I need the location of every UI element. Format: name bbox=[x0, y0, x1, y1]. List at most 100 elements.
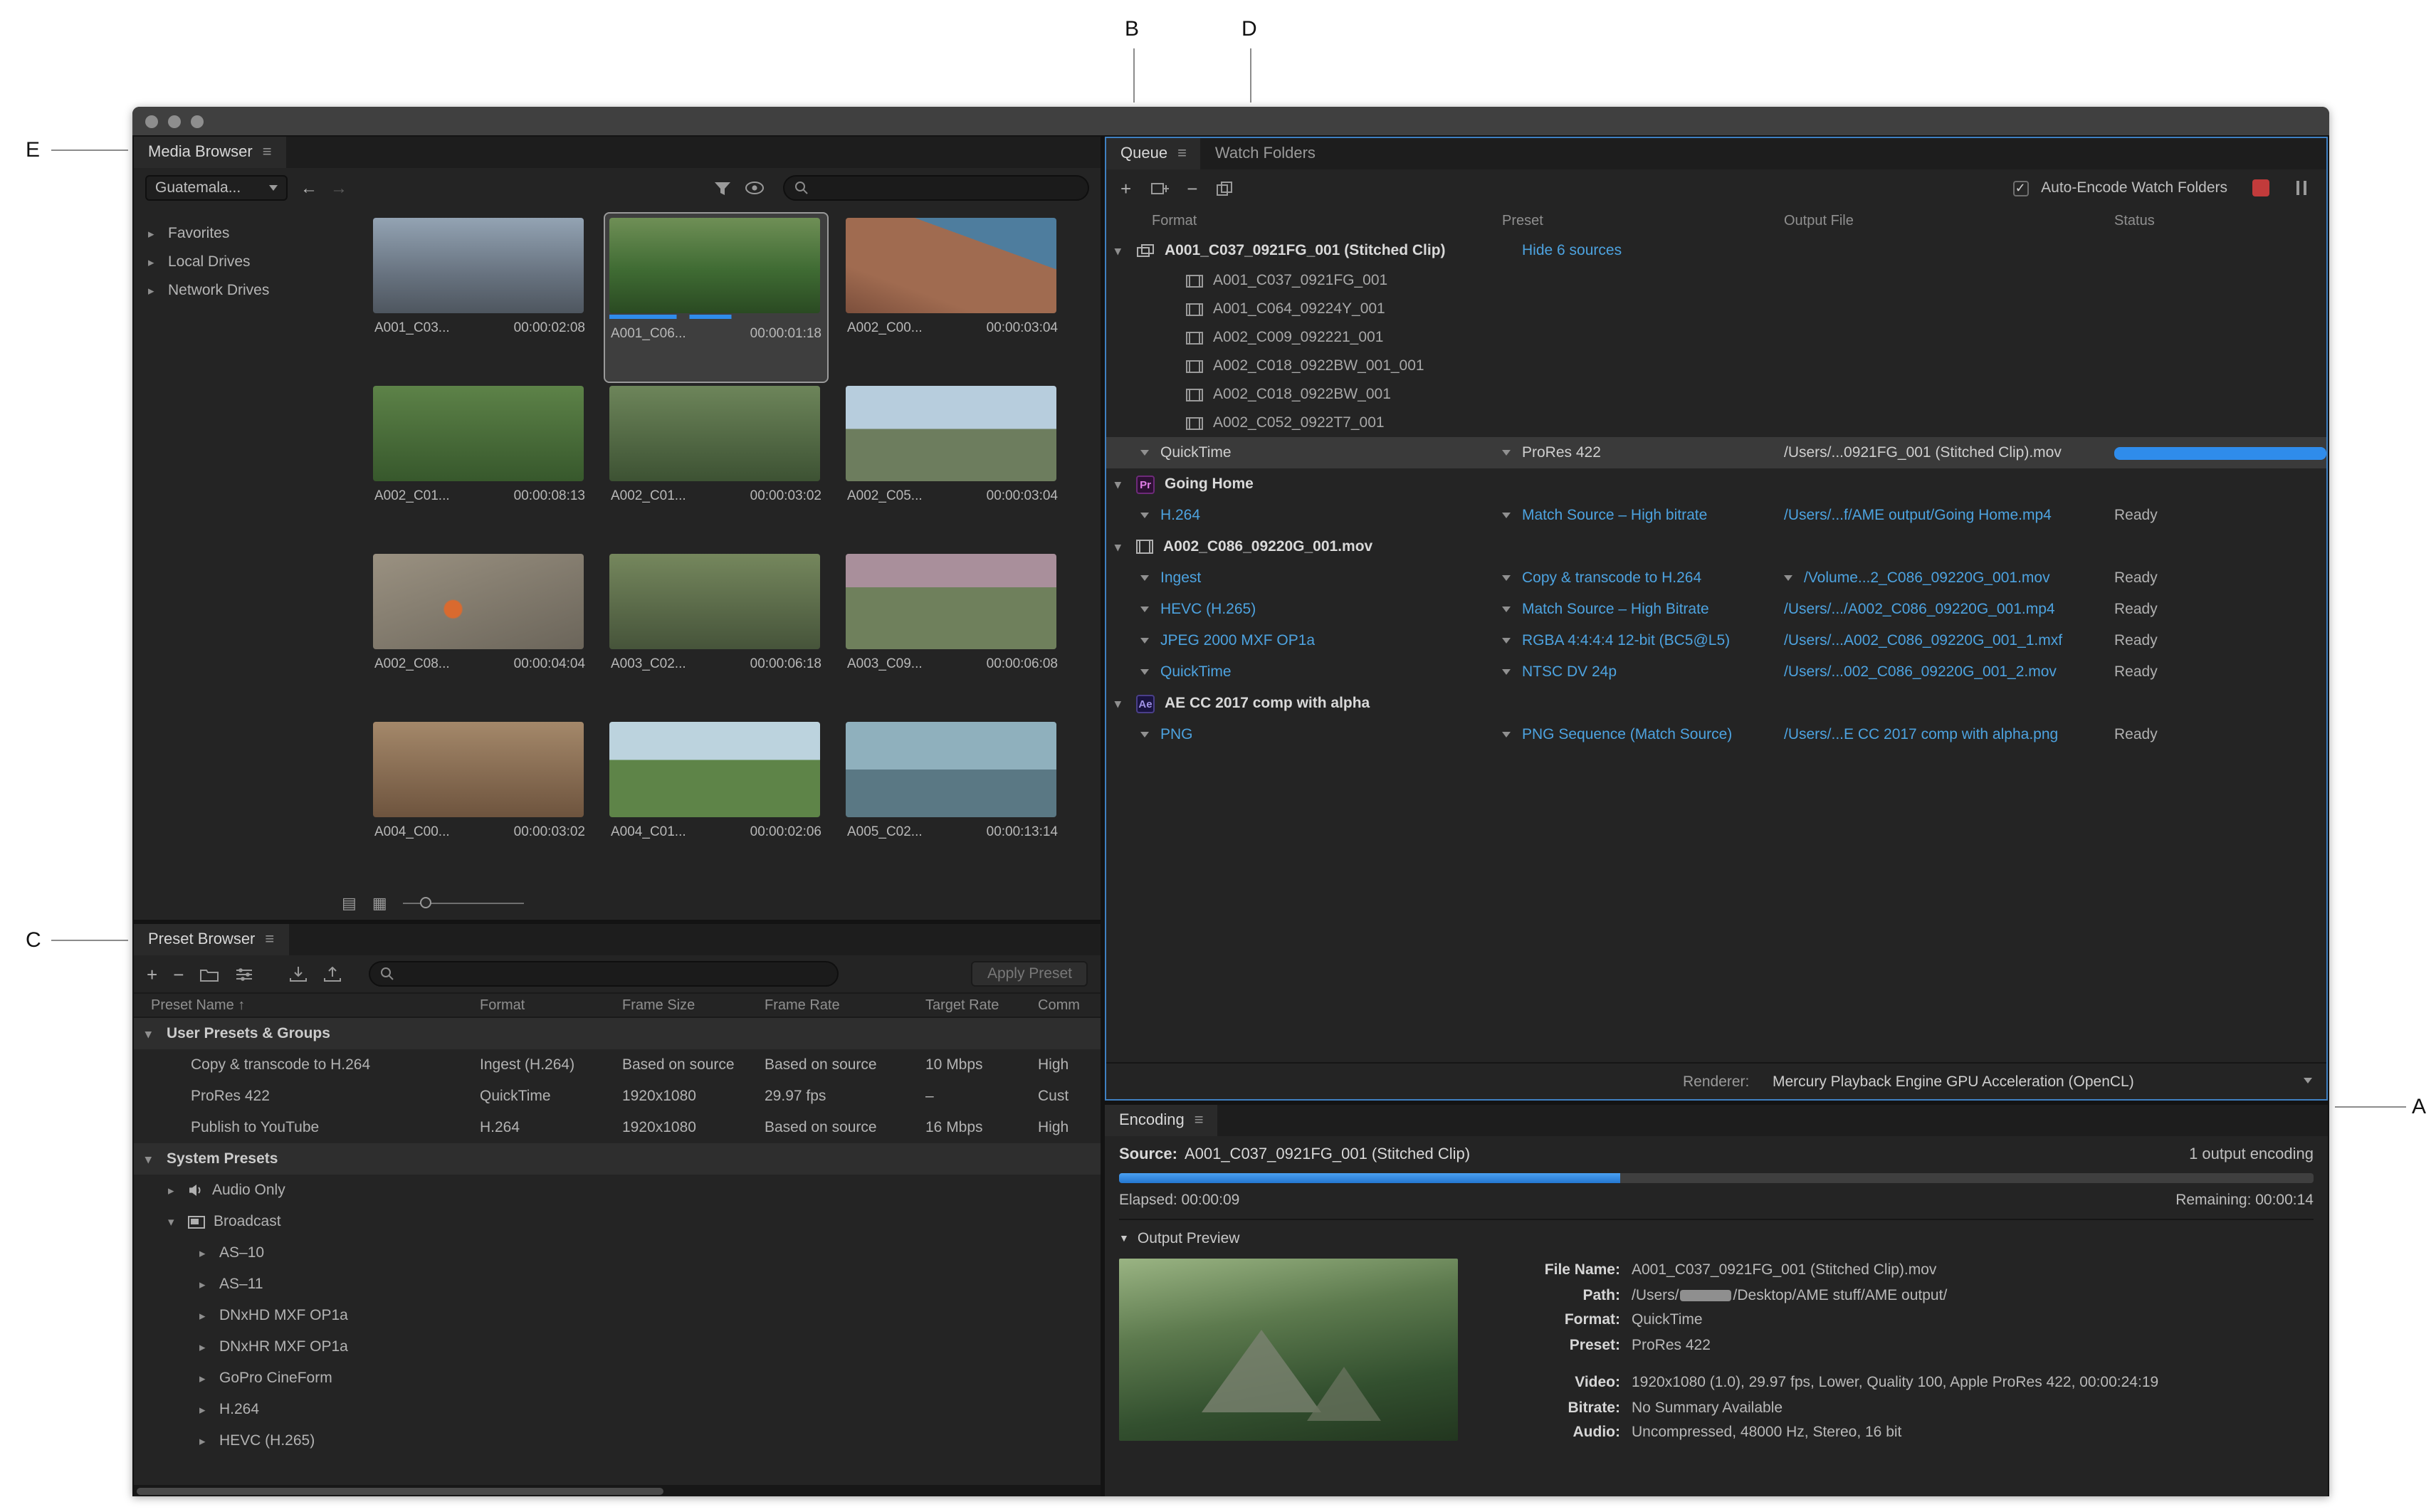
media-clip[interactable]: A001_C03... 00:00:02:08 bbox=[369, 214, 591, 382]
auto-encode-checkbox[interactable]: ✓ bbox=[2012, 180, 2029, 196]
output-row[interactable]: QuickTime NTSC DV 24p /Users/...002_C086… bbox=[1106, 656, 2326, 688]
output-row[interactable]: H.264 Match Source – High bitrate /Users… bbox=[1106, 500, 2326, 531]
apply-preset-button[interactable]: Apply Preset bbox=[971, 961, 1088, 987]
preset-search-input[interactable] bbox=[369, 961, 839, 987]
output-preset[interactable]: PNG Sequence (Match Source) bbox=[1522, 726, 1732, 743]
output-preset[interactable]: Match Source – High Bitrate bbox=[1522, 601, 1709, 618]
format-dropdown-icon[interactable] bbox=[1140, 732, 1149, 737]
output-file-link[interactable]: /Users/...E CC 2017 comp with alpha.png bbox=[1784, 726, 2058, 743]
chevron-down-icon[interactable]: ▾ bbox=[1115, 539, 1126, 555]
queue-job-group[interactable]: ▾ A002_C086_09220G_001.mov bbox=[1106, 531, 2326, 562]
chevron-down-icon[interactable]: ▾ bbox=[1115, 243, 1126, 258]
format-dropdown-icon[interactable] bbox=[1140, 575, 1149, 581]
export-preset-icon[interactable] bbox=[323, 966, 342, 982]
output-row[interactable]: JPEG 2000 MXF OP1a RGBA 4:4:4:4 12-bit (… bbox=[1106, 625, 2326, 656]
chevron-right-icon[interactable]: ▸ bbox=[148, 283, 159, 298]
chevron-right-icon[interactable]: ▸ bbox=[199, 1245, 211, 1261]
media-clip[interactable]: A002_C08... 00:00:04:04 bbox=[369, 550, 591, 718]
source-row[interactable]: A002_C018_0922BW_001_001 bbox=[1106, 352, 2326, 380]
tab-media-browser[interactable]: Media Browser ≡ bbox=[134, 137, 286, 168]
source-row[interactable]: A001_C037_0921FG_001 bbox=[1106, 266, 2326, 295]
output-format[interactable]: QuickTime bbox=[1160, 663, 1232, 681]
collapse-triangle-icon[interactable]: ▼ bbox=[1119, 1234, 1129, 1244]
chevron-right-icon[interactable]: ▸ bbox=[148, 226, 159, 241]
chevron-down-icon[interactable] bbox=[2304, 1078, 2312, 1083]
format-dropdown-icon[interactable] bbox=[1140, 607, 1149, 612]
thumbnail-size-slider[interactable] bbox=[402, 896, 524, 908]
chevron-right-icon[interactable]: ▸ bbox=[168, 1182, 179, 1198]
panel-menu-icon[interactable]: ≡ bbox=[1195, 1112, 1204, 1129]
chevron-right-icon[interactable]: ▸ bbox=[148, 254, 159, 270]
preset-dropdown-icon[interactable] bbox=[1502, 638, 1511, 644]
chevron-right-icon[interactable]: ▸ bbox=[199, 1276, 211, 1292]
remove-icon[interactable]: − bbox=[1187, 179, 1197, 197]
output-file-link[interactable]: /Users/...f/AME output/Going Home.mp4 bbox=[1784, 507, 2052, 524]
thumbnail-view-icon[interactable]: ▦ bbox=[372, 893, 387, 912]
renderer-dropdown[interactable]: Mercury Playback Engine GPU Acceleration… bbox=[1773, 1073, 2134, 1091]
tree-item-network-drives[interactable]: ▸ Network Drives bbox=[134, 276, 369, 305]
queue-job-group[interactable]: ▾ Ae AE CC 2017 comp with alpha bbox=[1106, 688, 2326, 719]
preset-category-audio-only[interactable]: ▸ Audio Only bbox=[134, 1175, 1101, 1206]
media-clip[interactable]: A004_C00... 00:00:03:02 bbox=[369, 718, 591, 886]
remove-preset-icon[interactable]: − bbox=[173, 965, 184, 983]
output-preset[interactable]: Copy & transcode to H.264 bbox=[1522, 569, 1701, 587]
output-preset[interactable]: RGBA 4:4:4:4 12-bit (BC5@L5) bbox=[1522, 632, 1730, 649]
output-format[interactable]: JPEG 2000 MXF OP1a bbox=[1160, 632, 1315, 649]
media-clip[interactable]: A002_C00... 00:00:03:04 bbox=[841, 214, 1064, 382]
chevron-right-icon[interactable]: ▸ bbox=[199, 1339, 211, 1355]
preset-category-child[interactable]: ▸ HEVC (H.265) bbox=[134, 1425, 1101, 1456]
minimize-window-icon[interactable] bbox=[168, 115, 181, 127]
close-window-icon[interactable] bbox=[145, 115, 158, 127]
source-row[interactable]: A002_C009_092221_001 bbox=[1106, 323, 2326, 352]
chevron-down-icon[interactable]: ▾ bbox=[145, 1026, 157, 1041]
media-clip[interactable]: A003_C02... 00:00:06:18 bbox=[605, 550, 827, 718]
tree-item-local-drives[interactable]: ▸ Local Drives bbox=[134, 248, 369, 276]
chevron-right-icon[interactable]: ▸ bbox=[199, 1308, 211, 1323]
format-dropdown-icon[interactable] bbox=[1140, 513, 1149, 518]
add-output-icon[interactable] bbox=[1150, 180, 1169, 196]
format-dropdown-icon[interactable] bbox=[1140, 669, 1149, 675]
preset-row[interactable]: Copy & transcode to H.264 Ingest (H.264)… bbox=[134, 1049, 1101, 1081]
output-preset[interactable]: NTSC DV 24p bbox=[1522, 663, 1617, 681]
media-clip-selected[interactable]: A001_C06... 00:00:01:18 bbox=[604, 212, 829, 383]
preset-group-user[interactable]: ▾ User Presets & Groups bbox=[134, 1018, 1101, 1049]
window-titlebar[interactable] bbox=[132, 107, 2329, 135]
add-source-icon[interactable]: + bbox=[1120, 179, 1131, 197]
chevron-right-icon[interactable]: ▸ bbox=[199, 1433, 211, 1449]
zoom-window-icon[interactable] bbox=[191, 115, 204, 127]
chevron-right-icon[interactable]: ▸ bbox=[199, 1402, 211, 1417]
filter-icon[interactable] bbox=[713, 180, 732, 196]
preset-dropdown-icon[interactable] bbox=[1502, 669, 1511, 675]
preset-category-broadcast[interactable]: ▾ Broadcast bbox=[134, 1206, 1101, 1237]
media-clip[interactable]: A003_C09... 00:00:06:08 bbox=[841, 550, 1064, 718]
tab-encoding[interactable]: Encoding ≡ bbox=[1105, 1105, 1218, 1136]
output-dropdown-icon[interactable] bbox=[1784, 575, 1792, 581]
preset-dropdown-icon[interactable] bbox=[1502, 513, 1511, 518]
output-format[interactable]: Ingest bbox=[1160, 569, 1201, 587]
preset-category-child[interactable]: ▸ H.264 bbox=[134, 1394, 1101, 1425]
media-clip[interactable]: A002_C05... 00:00:03:04 bbox=[841, 382, 1064, 550]
source-row[interactable]: A001_C064_09224Y_001 bbox=[1106, 295, 2326, 323]
location-dropdown[interactable]: Guatemala... bbox=[145, 175, 288, 201]
preset-row[interactable]: ProRes 422 QuickTime 1920x1080 29.97 fps… bbox=[134, 1081, 1101, 1112]
output-file-link[interactable]: /Volume...2_C086_09220G_001.mov bbox=[1804, 569, 2050, 587]
forward-icon[interactable]: → bbox=[330, 178, 347, 198]
import-preset-icon[interactable] bbox=[289, 966, 308, 982]
add-preset-icon[interactable]: + bbox=[147, 965, 157, 983]
column-preset-name[interactable]: Preset Name ↑ bbox=[134, 997, 480, 1013]
preset-category-child[interactable]: ▸ GoPro CineForm bbox=[134, 1363, 1101, 1394]
output-format[interactable]: H.264 bbox=[1160, 507, 1200, 524]
output-row[interactable]: Ingest Copy & transcode to H.264 /Volume… bbox=[1106, 562, 2326, 594]
format-dropdown-icon[interactable] bbox=[1140, 638, 1149, 644]
media-search-input[interactable] bbox=[783, 175, 1089, 201]
panel-menu-icon[interactable]: ≡ bbox=[1177, 145, 1187, 162]
chevron-down-icon[interactable]: ▾ bbox=[145, 1151, 157, 1167]
output-format[interactable]: QuickTime bbox=[1160, 444, 1232, 461]
clip-scrub-bar[interactable] bbox=[609, 315, 820, 319]
output-row-encoding[interactable]: QuickTime ProRes 422 /Users/...0921FG_00… bbox=[1106, 437, 2326, 468]
preset-settings-icon[interactable] bbox=[235, 966, 253, 982]
format-dropdown-icon[interactable] bbox=[1140, 450, 1149, 456]
output-row[interactable]: PNG PNG Sequence (Match Source) /Users/.… bbox=[1106, 719, 2326, 750]
tab-preset-browser[interactable]: Preset Browser ≡ bbox=[134, 924, 289, 955]
output-preview-toggle[interactable]: ▼ Output Preview bbox=[1119, 1230, 2314, 1247]
